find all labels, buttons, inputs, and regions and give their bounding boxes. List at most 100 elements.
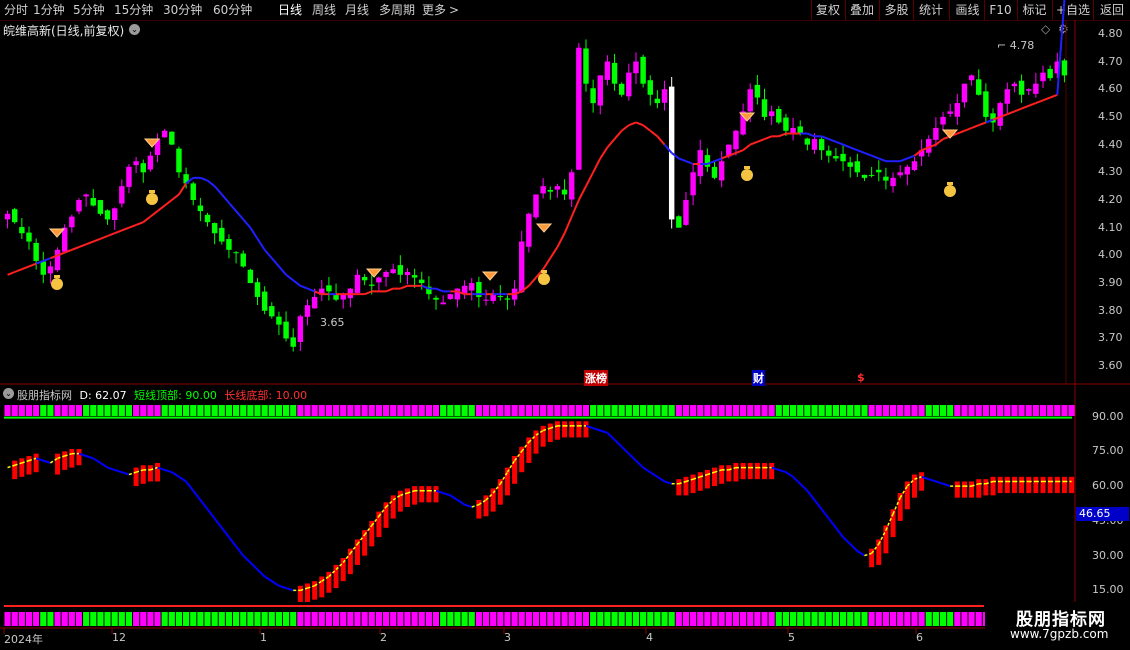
signal-strip-bottom xyxy=(882,612,889,626)
indicator-title: 股朋指标网 D: 62.07 短线顶部: 90.00 长线底部: 10.00 xyxy=(17,387,307,403)
candle-body xyxy=(104,210,111,220)
signal-strip-bottom xyxy=(404,612,411,626)
ma-line-segment xyxy=(678,157,687,163)
ma-line-segment xyxy=(642,124,651,132)
signal-strip-top xyxy=(497,405,504,416)
signal-strip-bottom xyxy=(740,612,747,626)
signal-strip-top xyxy=(425,405,432,416)
signal-strip-top xyxy=(718,405,725,416)
signal-strip-bottom xyxy=(704,612,711,626)
ma-line-segment xyxy=(278,265,287,276)
signal-strip-bottom xyxy=(361,612,368,626)
signal-strip-top xyxy=(468,405,475,416)
signal-strip-bottom xyxy=(954,612,961,626)
signal-strip-bottom xyxy=(818,612,825,626)
oscillator-bar xyxy=(426,486,432,503)
oscillator-bar xyxy=(747,462,753,480)
money-bag-icon-top xyxy=(947,182,953,185)
signal-strip-bottom xyxy=(454,612,461,626)
signal-strip-bottom xyxy=(254,612,261,626)
event-marker-rank[interactable]: 涨榜 xyxy=(584,370,608,386)
money-bag-icon-top xyxy=(149,190,155,193)
ma-line-segment xyxy=(171,193,180,201)
candle-body xyxy=(276,316,282,325)
signal-strip-top xyxy=(432,405,440,416)
signal-strip-top xyxy=(925,405,932,416)
signal-strip-top xyxy=(768,405,775,416)
signal-strip-bottom xyxy=(811,612,818,626)
signal-strip-bottom xyxy=(875,612,882,626)
signal-strip-top xyxy=(997,405,1004,416)
signal-strip-top xyxy=(1011,405,1018,416)
kline-chart[interactable] xyxy=(0,0,1130,650)
ma-line-segment xyxy=(577,185,587,201)
signal-strip-bottom xyxy=(768,612,775,626)
ma-line-segment xyxy=(956,129,965,135)
ma-line-segment xyxy=(864,151,872,157)
signal-strip-bottom xyxy=(932,612,939,626)
signal-strip-bottom xyxy=(40,612,47,626)
candle-body xyxy=(261,291,268,311)
signal-strip-top xyxy=(640,405,647,416)
signal-strip-bottom xyxy=(947,612,954,626)
signal-strip-bottom xyxy=(647,612,654,626)
event-marker-finance[interactable]: 财 xyxy=(752,370,765,386)
oscillator-bar xyxy=(954,481,960,498)
signal-strip-top xyxy=(839,405,847,416)
oscillator-line-down xyxy=(613,439,623,448)
ma-line-segment xyxy=(364,290,373,296)
candle-body xyxy=(376,277,382,283)
ma-line-segment xyxy=(213,185,223,196)
ma-line-segment xyxy=(78,243,87,249)
signal-strip-top xyxy=(482,405,490,416)
signal-strip-bottom xyxy=(25,612,33,626)
oscillator-bar xyxy=(562,421,568,438)
signal-strip-top xyxy=(168,405,175,416)
signal-strip-bottom xyxy=(297,612,304,626)
ma-line-segment xyxy=(649,129,659,138)
ma-line-segment xyxy=(821,135,830,141)
signal-strip-bottom xyxy=(640,612,647,626)
ma-line-segment xyxy=(592,158,602,173)
oscillator-bar xyxy=(419,486,425,503)
ma-line-segment xyxy=(164,199,173,207)
indicator-chevron-icon[interactable]: ⌄ xyxy=(3,388,14,399)
oscillator-bar xyxy=(1033,476,1039,494)
money-bag-icon xyxy=(944,185,956,197)
ma-line-segment xyxy=(828,138,837,143)
ma-line-segment xyxy=(421,284,430,290)
signal-strip-bottom xyxy=(304,612,311,626)
candle-body xyxy=(290,337,296,347)
candle-body xyxy=(897,172,903,176)
candle-body xyxy=(561,189,568,195)
ma-line-segment xyxy=(835,140,844,146)
signal-strip-top xyxy=(54,405,61,416)
ma-line-segment xyxy=(878,157,887,163)
ma-line-segment xyxy=(849,146,858,152)
oscillator-bar xyxy=(554,421,560,440)
candle-body xyxy=(26,232,32,242)
candle-body xyxy=(1011,83,1018,87)
oscillator-line-down xyxy=(99,462,109,469)
oscillator-bar xyxy=(976,479,982,498)
oscillator-line-down xyxy=(806,490,816,501)
indicator-tick-label: 15.00 xyxy=(1092,583,1124,597)
money-bag-icon xyxy=(538,273,550,285)
oscillator-line-down xyxy=(85,455,94,460)
signal-strip-bottom xyxy=(725,612,732,626)
signal-strip-bottom xyxy=(939,612,947,626)
candle-body xyxy=(54,249,61,271)
signal-strip-bottom xyxy=(918,612,925,626)
date-tick-label: 5 xyxy=(788,631,795,644)
candle-body xyxy=(404,272,411,276)
ma-line-segment xyxy=(585,171,595,187)
event-marker-dividend[interactable]: $ xyxy=(857,371,865,384)
ma-line-segment xyxy=(599,146,609,160)
oscillator-bar xyxy=(140,465,146,484)
ma-line-segment xyxy=(764,135,773,141)
candle-body xyxy=(654,98,661,104)
signal-strip-top xyxy=(697,405,704,416)
date-tick-label: 3 xyxy=(504,631,511,644)
oscillator-line-down xyxy=(242,554,252,564)
oscillator-bar xyxy=(683,476,689,496)
